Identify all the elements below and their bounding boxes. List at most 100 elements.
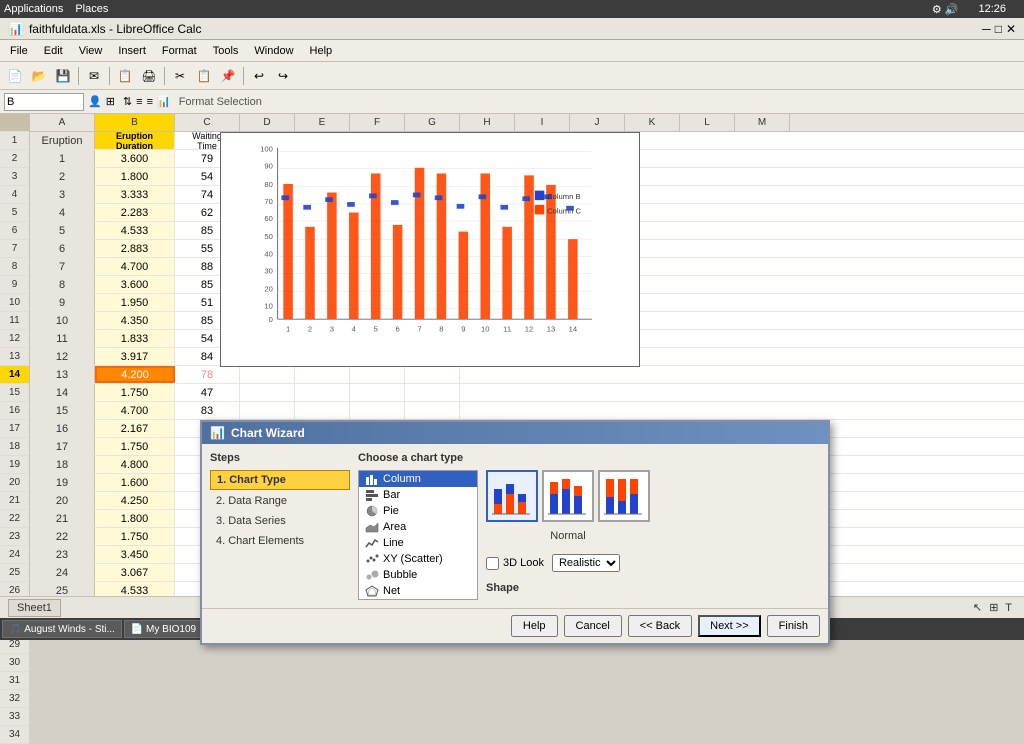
close-btn[interactable]: ✕: [1006, 22, 1016, 36]
cell-e-14[interactable]: [295, 366, 350, 383]
cell-a-17[interactable]: 16: [30, 420, 95, 437]
cell-g-14[interactable]: [405, 366, 460, 383]
menu-help[interactable]: Help: [304, 43, 339, 59]
sheet-tab[interactable]: Sheet1: [8, 599, 61, 617]
undo-btn[interactable]: ↩: [248, 65, 270, 87]
chart-type-net[interactable]: Net: [359, 583, 477, 599]
menu-window[interactable]: Window: [248, 43, 299, 59]
chart-type-bubble[interactable]: Bubble: [359, 567, 477, 583]
cell-b-16[interactable]: 4.700: [95, 402, 175, 419]
cell-a-24[interactable]: 23: [30, 546, 95, 563]
cell-b-23[interactable]: 1.750: [95, 528, 175, 545]
cell-a-9[interactable]: 8: [30, 276, 95, 293]
cell-b-15[interactable]: 1.750: [95, 384, 175, 401]
finish-btn[interactable]: Finish: [767, 615, 820, 637]
menu-insert[interactable]: Insert: [112, 43, 152, 59]
subtype-percent[interactable]: [598, 470, 650, 522]
chart-type-pie[interactable]: Pie: [359, 503, 477, 519]
cell-a-11[interactable]: 10: [30, 312, 95, 329]
chart-type-column[interactable]: Column: [359, 471, 477, 487]
chart-icon[interactable]: 📊: [157, 95, 171, 108]
cell-a-5[interactable]: 4: [30, 204, 95, 221]
menu-view[interactable]: View: [73, 43, 109, 59]
cell-a-23[interactable]: 22: [30, 528, 95, 545]
cell-a-4[interactable]: 3: [30, 186, 95, 203]
cell-b-19[interactable]: 4.800: [95, 456, 175, 473]
minimize-btn[interactable]: ─: [982, 22, 991, 36]
back-btn[interactable]: << Back: [628, 615, 692, 637]
step-3[interactable]: 3. Data Series: [210, 512, 350, 530]
open-btn[interactable]: 📂: [28, 65, 50, 87]
cell-b-18[interactable]: 1.750: [95, 438, 175, 455]
print-btn[interactable]: 🖨: [138, 65, 160, 87]
menu-format[interactable]: Format: [156, 43, 203, 59]
cell-a-2[interactable]: 1: [30, 150, 95, 167]
email-btn[interactable]: ✉: [83, 65, 105, 87]
cell-e-15[interactable]: [295, 384, 350, 401]
cancel-btn[interactable]: Cancel: [564, 615, 622, 637]
cell-a1[interactable]: Eruption: [30, 132, 95, 149]
cell-a-3[interactable]: 2: [30, 168, 95, 185]
cell-b-12[interactable]: 1.833: [95, 330, 175, 347]
cell-b-11[interactable]: 4.350: [95, 312, 175, 329]
maximize-btn[interactable]: □: [995, 22, 1002, 36]
cell-b-3[interactable]: 1.800: [95, 168, 175, 185]
cell-e-16[interactable]: [295, 402, 350, 419]
cell-b-5[interactable]: 2.283: [95, 204, 175, 221]
cell-b1[interactable]: EruptionDuration: [95, 132, 175, 149]
taskbar-item-1[interactable]: 📄 My BIO109: [124, 620, 203, 638]
cell-d-16[interactable]: [240, 402, 295, 419]
next-btn[interactable]: Next >>: [698, 615, 761, 637]
cell-c-15[interactable]: 47: [175, 384, 240, 401]
cell-b-25[interactable]: 3.067: [95, 564, 175, 581]
chart-type-stock[interactable]: Stock: [359, 599, 477, 600]
cell-b-6[interactable]: 4.533: [95, 222, 175, 239]
cell-a-7[interactable]: 6: [30, 240, 95, 257]
cut-btn[interactable]: ✂: [169, 65, 191, 87]
cell-d-14[interactable]: [240, 366, 295, 383]
places-menu[interactable]: Places: [75, 3, 108, 15]
cell-a-13[interactable]: 12: [30, 348, 95, 365]
cell-f-15[interactable]: [350, 384, 405, 401]
cell-g-15[interactable]: [405, 384, 460, 401]
cell-b-4[interactable]: 3.333: [95, 186, 175, 203]
cell-a-10[interactable]: 9: [30, 294, 95, 311]
cell-b-8[interactable]: 4.700: [95, 258, 175, 275]
cell-reference-box[interactable]: B: [4, 93, 84, 111]
chart-type-bar[interactable]: Bar: [359, 487, 477, 503]
cell-b-22[interactable]: 1.800: [95, 510, 175, 527]
3d-checkbox[interactable]: [486, 557, 499, 570]
sort-asc-icon[interactable]: ⇅: [123, 95, 132, 108]
cell-g-16[interactable]: [405, 402, 460, 419]
cell-f-16[interactable]: [350, 402, 405, 419]
subtype-stacked[interactable]: [542, 470, 594, 522]
cell-b-2[interactable]: 3.600: [95, 150, 175, 167]
cell-a-14[interactable]: 13: [30, 366, 95, 383]
redo-btn[interactable]: ↪: [272, 65, 294, 87]
sort-desc-icon[interactable]: ≡: [136, 96, 142, 108]
cell-a-12[interactable]: 11: [30, 330, 95, 347]
menu-file[interactable]: File: [4, 43, 34, 59]
cell-b-10[interactable]: 1.950: [95, 294, 175, 311]
cell-a-8[interactable]: 7: [30, 258, 95, 275]
cell-b-17[interactable]: 2.167: [95, 420, 175, 437]
pdf-btn[interactable]: 📋: [114, 65, 136, 87]
chart-type-area[interactable]: Area: [359, 519, 477, 535]
cell-b-21[interactable]: 4.250: [95, 492, 175, 509]
cell-c-14[interactable]: 78: [175, 366, 240, 383]
chart-type-xy[interactable]: XY (Scatter): [359, 551, 477, 567]
cell-a-15[interactable]: 14: [30, 384, 95, 401]
applications-menu[interactable]: Applications: [4, 3, 63, 15]
new-btn[interactable]: 📄: [4, 65, 26, 87]
cell-a-19[interactable]: 18: [30, 456, 95, 473]
cell-a-18[interactable]: 17: [30, 438, 95, 455]
copy-btn[interactable]: 📋: [193, 65, 215, 87]
step-4[interactable]: 4. Chart Elements: [210, 532, 350, 550]
paste-btn[interactable]: 📌: [217, 65, 239, 87]
cell-c-16[interactable]: 83: [175, 402, 240, 419]
cell-f-14[interactable]: [350, 366, 405, 383]
step-1[interactable]: 1. Chart Type: [210, 470, 350, 490]
cell-b-24[interactable]: 3.450: [95, 546, 175, 563]
menu-edit[interactable]: Edit: [38, 43, 69, 59]
align-icon[interactable]: ≡: [147, 96, 153, 108]
